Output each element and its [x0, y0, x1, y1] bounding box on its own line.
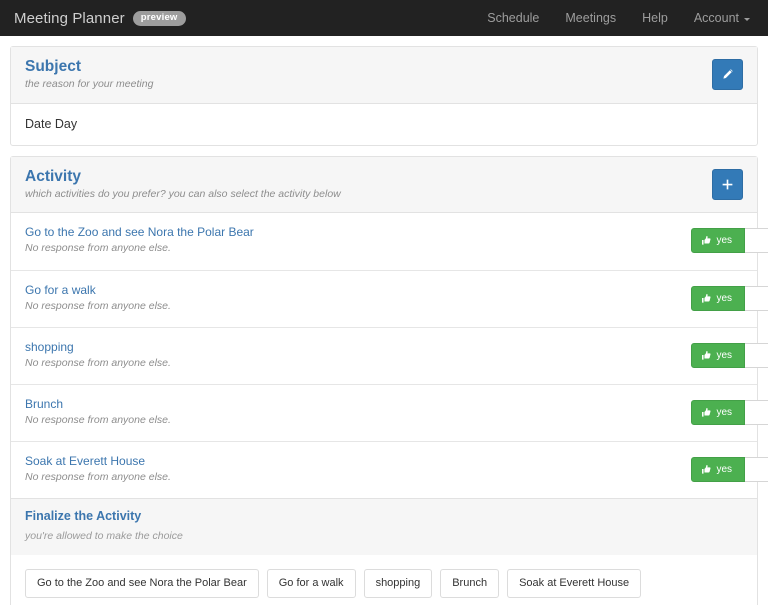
nav-links: Schedule Meetings Help Account [487, 11, 750, 25]
thumbs-up-icon [701, 407, 712, 418]
activity-row: Brunch No response from anyone else. yes [11, 384, 768, 441]
subject-panel: Subject the reason for your meeting Date… [10, 46, 758, 146]
brand-title[interactable]: Meeting Planner [14, 10, 125, 27]
activity-name-link[interactable]: Go for a walk [25, 282, 171, 298]
vote-yes-label: yes [716, 292, 732, 304]
activity-name-link[interactable]: shopping [25, 339, 171, 355]
vote-no-button[interactable] [745, 343, 768, 369]
subject-title: Subject [25, 58, 81, 75]
pencil-icon [721, 68, 734, 81]
preview-badge: preview [132, 10, 186, 26]
finalize-choice-button[interactable]: Go to the Zoo and see Nora the Polar Bea… [25, 569, 259, 599]
subject-panel-header: Subject the reason for your meeting [11, 47, 757, 104]
activity-response-status: No response from anyone else. [25, 242, 171, 255]
activity-row: Soak at Everett House No response from an… [11, 441, 768, 498]
vote-yes-label: yes [716, 234, 732, 246]
vote-no-button[interactable] [745, 457, 768, 483]
nav-link-label: Help [642, 11, 668, 25]
vote-yes-label: yes [716, 349, 732, 361]
activity-row: shopping No response from anyone else. yes [11, 327, 768, 384]
subject-subtitle: the reason for your meeting [25, 78, 154, 91]
vote-yes-button[interactable]: yes [691, 286, 745, 312]
edit-subject-button[interactable] [712, 59, 743, 90]
top-navbar: Meeting Planner preview Schedule Meetings… [0, 0, 768, 36]
vote-button-group: yes [691, 400, 768, 426]
finalize-choice-button[interactable]: Go for a walk [266, 569, 356, 599]
vote-no-button[interactable] [745, 400, 768, 426]
finalize-subtitle: you're allowed to make the choice [25, 530, 183, 543]
finalize-choice-button[interactable]: Brunch [440, 569, 500, 599]
activity-response-status: No response from anyone else. [25, 357, 171, 370]
vote-button-group: yes [691, 343, 768, 369]
subject-header-text: Subject the reason for your meeting [25, 58, 153, 91]
vote-no-button[interactable] [745, 286, 768, 312]
brand-group[interactable]: Meeting Planner preview [14, 10, 186, 27]
activity-row-text: Go for a walk No response from anyone els… [25, 281, 171, 314]
vote-yes-button[interactable]: yes [691, 400, 745, 426]
activity-row: Go to the Zoo and see Nora the Polar Bea… [11, 213, 768, 270]
vote-yes-label: yes [716, 406, 732, 418]
finalize-choice-button[interactable]: shopping [363, 569, 433, 599]
activity-row-text: Brunch No response from anyone else. [25, 395, 171, 428]
thumbs-up-icon [701, 293, 712, 304]
activity-response-status: No response from anyone else. [25, 471, 171, 484]
activity-row: Go for a walk No response from anyone els… [11, 270, 768, 327]
activity-response-status: No response from anyone else. [25, 414, 171, 427]
activity-subtitle: which activities do you prefer? you can … [25, 187, 341, 200]
thumbs-up-icon [701, 464, 712, 475]
nav-link-help[interactable]: Help [642, 11, 668, 25]
activity-title: Activity [25, 167, 81, 185]
vote-yes-label: yes [716, 463, 732, 475]
chevron-down-icon [744, 17, 750, 21]
nav-link-label: Account [693, 11, 739, 25]
vote-yes-button[interactable]: yes [691, 343, 745, 369]
nav-link-label: Meetings [565, 11, 617, 25]
page-content: Subject the reason for your meeting Date… [0, 36, 768, 605]
nav-link-schedule[interactable]: Schedule [487, 11, 539, 25]
finalize-choices: Go to the Zoo and see Nora the Polar Bea… [11, 555, 757, 605]
vote-button-group: yes [691, 457, 768, 483]
thumbs-up-icon [701, 235, 712, 246]
subject-value: Date Day [25, 116, 78, 131]
activity-row-text: Soak at Everett House No response from an… [25, 452, 171, 485]
vote-yes-button[interactable]: yes [691, 228, 745, 254]
activity-name-link[interactable]: Go to the Zoo and see Nora the Polar Bea… [25, 224, 254, 240]
nav-link-meetings[interactable]: Meetings [565, 11, 616, 25]
activity-row-text: Go to the Zoo and see Nora the Polar Bea… [25, 223, 254, 256]
plus-icon [721, 178, 734, 191]
activity-response-status: No response from anyone else. [25, 300, 171, 313]
activity-row-text: shopping No response from anyone else. [25, 338, 171, 371]
nav-link-label: Schedule [487, 11, 540, 25]
thumbs-up-icon [701, 350, 712, 361]
activity-list: Go to the Zoo and see Nora the Polar Bea… [11, 213, 768, 498]
activity-panel-header: Activity which activities do you prefer?… [11, 156, 757, 214]
vote-yes-button[interactable]: yes [691, 457, 745, 483]
vote-button-group: yes [691, 228, 768, 254]
finalize-choice-button[interactable]: Soak at Everett House [507, 569, 642, 599]
nav-link-account[interactable]: Account [694, 11, 750, 25]
activity-name-link[interactable]: Soak at Everett House [25, 453, 171, 469]
finalize-header: Finalize the Activity you're allowed to … [11, 498, 757, 556]
finalize-title: Finalize the Activity [25, 509, 142, 524]
activity-header-text: Activity which activities do you prefer?… [25, 168, 341, 201]
activity-name-link[interactable]: Brunch [25, 396, 171, 412]
vote-no-button[interactable] [745, 228, 768, 254]
vote-button-group: yes [691, 286, 768, 312]
add-activity-button[interactable] [712, 168, 743, 200]
activity-panel: Activity which activities do you prefer?… [10, 155, 768, 605]
